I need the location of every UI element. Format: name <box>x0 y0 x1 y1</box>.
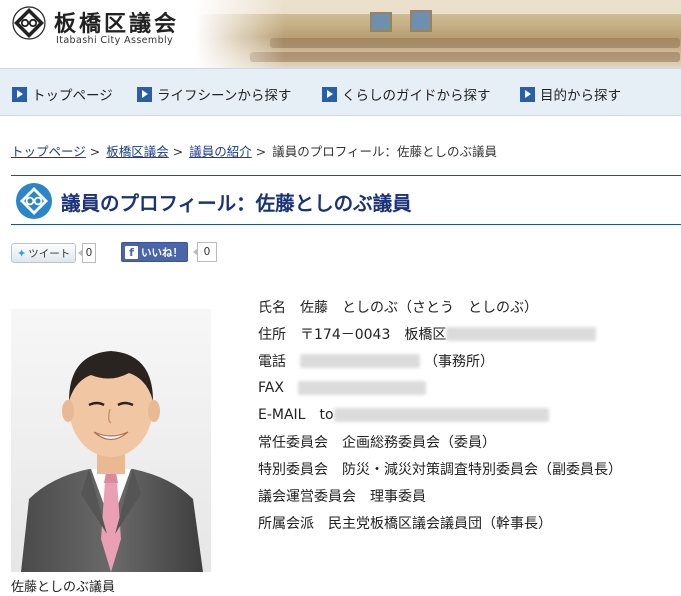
like-label: いいね！ <box>141 246 183 259</box>
profile-label: 電話 <box>258 354 286 370</box>
header-photo-seats <box>250 52 680 62</box>
breadcrumb-separator: > <box>172 144 184 159</box>
itabashi-emblem-icon <box>16 183 52 219</box>
breadcrumb-link-top[interactable]: トップページ <box>11 144 86 159</box>
nav-item-label: 目的から探す <box>540 88 621 104</box>
profile-row-fax: FAX <box>258 377 430 399</box>
nav-item-life-scenes[interactable]: ライフシーンから探す <box>137 85 292 104</box>
profile-value: 企画総務委員会（委員） <box>342 435 496 451</box>
member-portrait-image <box>11 309 211 572</box>
nav-item-living-guide[interactable]: くらしのガイドから探す <box>322 85 491 104</box>
profile-row-standing-committee: 常任委員会 企画総務委員会（委員） <box>258 431 496 453</box>
profile-value: to <box>319 407 334 423</box>
breadcrumb-separator: > <box>89 144 101 159</box>
profile-row-address: 住所 〒174－0043 板橋区 <box>258 323 600 345</box>
photo-caption: 佐藤としのぶ議員 <box>11 580 116 595</box>
redacted-text <box>446 327 597 341</box>
breadcrumb-link-members[interactable]: 議員の紹介 <box>189 144 252 159</box>
site-header: 板橋区議会 Itabashi City Assembly <box>0 0 681 68</box>
profile-row-steering-committee: 議会運営委員会 理事委員 <box>258 485 426 507</box>
arrow-right-icon <box>322 86 337 102</box>
arrow-right-icon <box>520 86 535 102</box>
redacted-text <box>297 381 426 395</box>
nav-item-label: くらしのガイドから探す <box>342 88 491 104</box>
profile-row-name: 氏名 佐藤 としのぶ（さとう としのぶ） <box>258 296 538 318</box>
facebook-icon: f <box>125 245 138 259</box>
profile-row-phone: 電話 （事務所） <box>258 350 494 372</box>
page-title: 議員のプロフィール：佐藤としのぶ議員 <box>61 192 412 215</box>
breadcrumb-separator: > <box>255 144 267 159</box>
member-photo <box>11 309 211 572</box>
redacted-text <box>300 354 420 368</box>
redacted-text <box>333 408 549 422</box>
nav-item-label: ライフシーンから探す <box>157 88 292 104</box>
profile-label: 住所 <box>258 327 286 343</box>
breadcrumb-current: 議員のプロフィール：佐藤としのぶ議員 <box>272 144 498 159</box>
profile-row-faction: 所属会派 民主党板橋区議会議員団（幹事長） <box>258 512 552 534</box>
itabashi-emblem-icon[interactable] <box>12 6 46 40</box>
profile-row-special-committee: 特別委員会 防災・減災対策調査特別委員会（副委員長） <box>258 458 622 480</box>
breadcrumb: トップページ > 板橋区議会 > 議員の紹介 > 議員のプロフィール：佐藤としのぶ議員 <box>11 141 497 160</box>
tweet-button[interactable]: ✦ ツイート <box>11 243 77 263</box>
profile-label: 氏名 <box>258 300 286 316</box>
profile-value: （事務所） <box>424 354 494 370</box>
profile-label: 議会運営委員会 <box>258 489 356 505</box>
breadcrumb-link-assembly[interactable]: 板橋区議会 <box>106 144 169 159</box>
header-photo-fade <box>195 0 285 68</box>
twitter-bird-icon: ✦ <box>17 246 27 260</box>
profile-label: E-MAIL <box>258 407 306 423</box>
arrow-right-icon <box>137 86 152 102</box>
profile-value: 民主党板橋区議会議員団（幹事長） <box>328 516 552 532</box>
profile-label: 所属会派 <box>258 516 314 532</box>
profile-label: 常任委員会 <box>258 435 328 451</box>
profile-label: FAX <box>258 380 284 396</box>
global-nav: トップページ ライフシーンから探す くらしのガイドから探す 目的から探す <box>0 68 681 116</box>
nav-item-top-page[interactable]: トップページ <box>12 85 113 104</box>
nav-item-label: トップページ <box>32 88 113 104</box>
arrow-right-icon <box>12 86 27 102</box>
site-subtitle: Itabashi City Assembly <box>56 35 174 46</box>
tweet-label: ツイート <box>28 247 71 260</box>
tweet-count: 0 <box>78 243 96 263</box>
profile-value: 防災・減災対策調査特別委員会（副委員長） <box>342 462 622 478</box>
profile-value: 佐藤 としのぶ（さとう としのぶ） <box>300 300 538 316</box>
nav-item-by-purpose[interactable]: 目的から探す <box>520 85 621 104</box>
header-photo-seats <box>270 38 680 48</box>
profile-label: 特別委員会 <box>258 462 328 478</box>
site-title[interactable]: 板橋区議会 <box>54 6 179 38</box>
like-count: 0 <box>193 242 217 262</box>
profile-value: 理事委員 <box>370 489 426 505</box>
header-photo-screen <box>370 12 392 32</box>
header-photo-screen <box>410 10 432 32</box>
profile-value: 〒174－0043 板橋区 <box>300 327 447 343</box>
profile-row-email: E-MAIL to <box>258 404 553 426</box>
facebook-like-button[interactable]: f いいね！ <box>121 242 188 262</box>
page-title-bar: 議員のプロフィール：佐藤としのぶ議員 <box>11 175 681 225</box>
